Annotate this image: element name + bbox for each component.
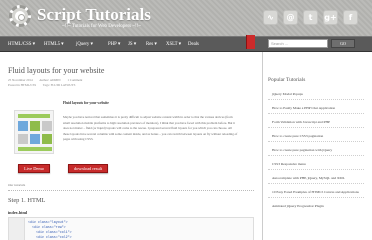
sidebar-link[interactable]: Autocomplete with PHP, jQuery, MySQL and… <box>272 176 345 180</box>
sidebar-separator <box>268 113 364 114</box>
code-file-name: index.html <box>8 210 28 215</box>
sidebar-link[interactable]: 10 Easy Eared Examples of HTML5 Canvas a… <box>272 190 359 194</box>
sidebar-link[interactable]: Animated jQuery Progressbar Plugin <box>272 204 324 208</box>
rss-icon[interactable]: ∿ <box>263 10 278 25</box>
post-tags[interactable]: Tags: FLUID LAYOUTS <box>43 83 75 87</box>
sidebar-link[interactable]: jQuery Modal Popups <box>272 92 303 96</box>
twitter-icon[interactable]: t <box>303 10 318 25</box>
post-category[interactable]: Posted in HTML/CSS <box>8 83 36 87</box>
code-line-numbers <box>9 218 25 240</box>
preview-block <box>18 121 28 131</box>
column-divider <box>262 52 263 240</box>
sidebar-link[interactable]: CSS3 Responsive menu <box>272 162 306 166</box>
preview-block <box>42 121 52 131</box>
preview-block <box>30 121 40 131</box>
preview-block <box>18 134 28 144</box>
sidebar-link[interactable]: Form Validation with Javascript and PHP <box>272 120 330 124</box>
demo-description: Maybe you have noticed that sometimes it… <box>63 115 238 142</box>
demo-preview-image <box>14 110 54 154</box>
sidebar-separator <box>268 141 364 142</box>
nav-item-php[interactable]: PHP ▾ <box>108 37 120 52</box>
sidebar-link[interactable]: How to Easily Make a PHP Chat Applicatio… <box>272 106 335 110</box>
section-note: Our tutorials <box>8 183 26 187</box>
facebook-icon[interactable]: f <box>343 10 358 25</box>
nav-item-deals[interactable]: Deals <box>188 37 199 52</box>
download-button[interactable]: download result <box>68 164 108 173</box>
preview-footer-block <box>18 147 52 151</box>
email-icon[interactable]: @ <box>283 10 298 25</box>
nav-item-res[interactable]: Res ▾ <box>146 37 157 52</box>
nav-item-xslt[interactable]: XSLT ▾ <box>166 37 181 52</box>
search-go-button[interactable]: GO <box>331 39 355 48</box>
preview-header-block <box>18 114 50 118</box>
site-title[interactable]: Script Tutorials <box>37 6 151 23</box>
preview-block <box>42 134 52 144</box>
post-date: 25 November 2014 <box>8 78 33 82</box>
post-author[interactable]: Author: ADMIN <box>39 78 60 82</box>
post-comments[interactable]: 1 Comment <box>67 78 82 82</box>
sidebar-title: Popular Tutorials <box>268 77 306 83</box>
code-line: <div class="col2"> <box>36 235 72 239</box>
bookmark-ribbon-icon[interactable] <box>246 35 255 49</box>
site-tagline: ~!!~ Tutorials for Web Developers ~!!~ <box>62 24 142 29</box>
sidebar-separator <box>268 197 364 198</box>
gear-logo-icon[interactable] <box>9 5 31 27</box>
sidebar-link[interactable]: How to create pure CSS3 pagination <box>272 134 323 138</box>
sidebar-separator <box>268 99 364 100</box>
site-header: Script Tutorials ~!!~ Tutorials for Web … <box>0 0 372 36</box>
step-heading: Step 1. HTML <box>8 197 46 204</box>
nav-item-js[interactable]: JS ▾ <box>128 37 136 52</box>
sidebar-separator <box>268 183 364 184</box>
post-title[interactable]: Fluid layouts for your website <box>8 66 104 75</box>
sidebar-separator <box>268 127 364 128</box>
code-line: <div class="layout"> <box>28 220 68 224</box>
preview-block <box>30 134 40 144</box>
demo-heading: Fluid layouts for your website <box>63 101 109 105</box>
sidebar-separator <box>268 155 364 156</box>
search-input[interactable]: Search ... <box>268 39 328 48</box>
code-line: <div class="col1"> <box>36 230 72 234</box>
code-line: <div class="row"> <box>32 225 66 229</box>
post-meta: 25 November 2014 Author: ADMIN 1 Comment… <box>8 78 88 88</box>
code-block[interactable]: <div class="layout"> <div class="row"> <… <box>8 217 254 240</box>
live-demo-button[interactable]: Live Demo <box>18 164 50 173</box>
section-divider <box>8 190 254 191</box>
sidebar-separator <box>268 169 364 170</box>
nav-item-jquery[interactable]: jQuery ▾ <box>76 37 93 52</box>
nav-item-html5[interactable]: HTML5 ▾ <box>44 37 64 52</box>
nav-item-htmlcss[interactable]: HTML/CSS ▾ <box>8 37 35 52</box>
sidebar-link[interactable]: How to create pure pagination with jQuer… <box>272 148 332 152</box>
google-plus-icon[interactable]: g+ <box>323 10 338 25</box>
